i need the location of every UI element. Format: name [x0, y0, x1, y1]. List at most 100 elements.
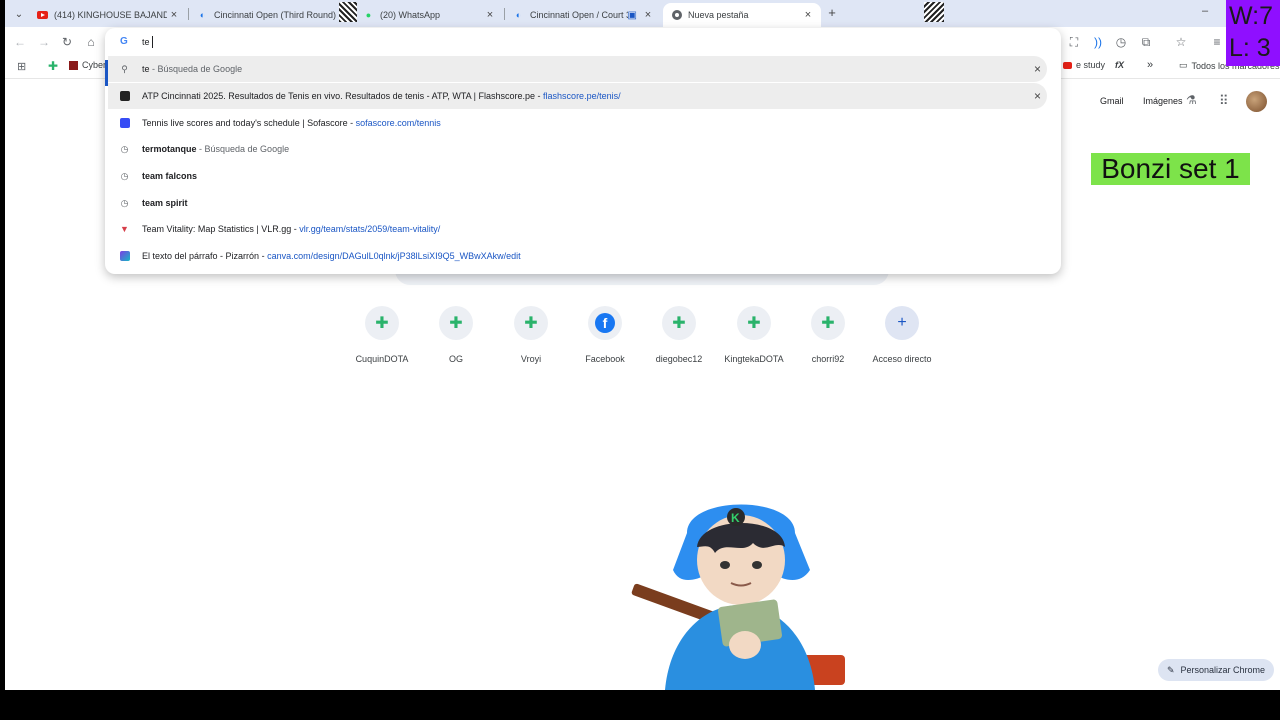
whatsapp-icon: ●: [365, 10, 372, 20]
tab-cincinnati-third-round[interactable]: ◐ Cincinnati Open (Third Round): [189, 3, 339, 27]
tab-whatsapp[interactable]: ● (20) WhatsApp ×: [355, 3, 503, 27]
shortcut-kingtekadota[interactable]: ✚ KingtekaDOTA: [719, 306, 789, 364]
back-button[interactable]: ←: [11, 33, 29, 51]
shortcut-label: Vroyi: [520, 354, 542, 364]
tennis-icon: ◐: [515, 10, 522, 20]
history-icon: ◷: [120, 197, 129, 208]
shortcut-facebook[interactable]: f Facebook: [570, 306, 640, 364]
tab-kinghouse[interactable]: (414) KINGHOUSE BAJANDO PI ×: [29, 3, 187, 27]
shortcut-label: CuquinDOTA: [355, 354, 409, 364]
forward-button[interactable]: →: [35, 33, 53, 51]
set-label-overlay: Bonzi set 1: [1091, 153, 1250, 185]
sound-icon[interactable]: )): [1089, 33, 1107, 51]
bookmark-fx[interactable]: fX: [1115, 60, 1124, 70]
shortcut-label: Facebook: [585, 354, 625, 364]
suggestion-item[interactable]: ⚲ te - Búsqueda de Google ×: [108, 56, 1047, 82]
apps-grid-icon[interactable]: ⊞: [17, 60, 26, 73]
qr-code-icon: [924, 2, 944, 22]
kick-icon: ✚: [737, 306, 771, 340]
tab-title: Cincinnati Open (Third Round): [214, 10, 337, 20]
sofascore-icon: [119, 118, 130, 129]
kick-icon: ✚: [439, 306, 473, 340]
shortcut-cuquindota[interactable]: ✚ CuquinDOTA: [347, 306, 417, 364]
omnibox-dropdown: G te ⚲ te - Búsqueda de Google × ATP Cin…: [105, 28, 1061, 274]
close-icon[interactable]: ×: [167, 9, 181, 21]
shortcut-add[interactable]: + Acceso directo: [867, 306, 937, 364]
gmail-link[interactable]: Gmail: [1100, 96, 1124, 106]
google-apps-icon[interactable]: ⠿: [1219, 93, 1229, 109]
youtube-icon: [37, 10, 48, 21]
more-bookmarks-icon[interactable]: »: [1147, 59, 1153, 71]
tab-nueva-pestana[interactable]: Nueva pestaña ×: [663, 3, 821, 27]
kick-icon: ✚: [365, 306, 399, 340]
shortcut-label: KingtekaDOTA: [724, 354, 784, 364]
remove-suggestion-icon[interactable]: ×: [1034, 89, 1041, 103]
close-icon[interactable]: ×: [641, 9, 655, 21]
customize-label: Personalizar Chrome: [1180, 665, 1266, 675]
kick-icon: ✚: [811, 306, 845, 340]
suggestion-item[interactable]: Tennis live scores and today's schedule …: [105, 110, 1061, 136]
google-g-icon: G: [120, 36, 128, 47]
tab-title: Nueva pestaña: [688, 10, 749, 20]
svg-text:K: K: [731, 511, 740, 525]
search-icon: ⚲: [121, 63, 128, 74]
screenshot-icon[interactable]: ⛶: [1065, 33, 1083, 51]
canva-icon: [119, 251, 130, 262]
tab-title: Cincinnati Open / Court 3 |: [530, 10, 628, 20]
history-icon[interactable]: ◷: [1112, 33, 1130, 51]
tennis-icon: ◐: [199, 10, 206, 20]
vlr-icon: ▼: [120, 224, 129, 234]
kick-icon: ✚: [514, 306, 548, 340]
folder-icon: ▭: [1179, 60, 1188, 70]
tab-search-button[interactable]: ⌄: [11, 6, 27, 22]
images-link[interactable]: Imágenes: [1143, 96, 1183, 106]
omnibox-input[interactable]: te: [142, 37, 150, 47]
customize-chrome-button[interactable]: ✎ Personalizar Chrome: [1158, 659, 1274, 681]
browser-window: ⌄ (414) KINGHOUSE BAJANDO PI × ◐ Cincinn…: [5, 0, 1280, 690]
character-illustration: K: [625, 485, 855, 690]
cyber-icon: [69, 60, 78, 70]
suggestion-item[interactable]: ◷ team falcons: [105, 163, 1061, 189]
shortcut-diegobec12[interactable]: ✚ diegobec12: [644, 306, 714, 364]
wins-counter: W:7: [1229, 2, 1273, 30]
shortcut-chorri92[interactable]: ✚ chorri92: [793, 306, 863, 364]
shortcut-label: chorri92: [811, 354, 845, 364]
bookmark-label: e study: [1076, 60, 1106, 70]
home-button[interactable]: ⌂: [82, 33, 100, 51]
history-icon: ◷: [120, 170, 129, 181]
shortcut-label: diegobec12: [655, 354, 703, 364]
tab-strip: ⌄ (414) KINGHOUSE BAJANDO PI × ◐ Cincinn…: [5, 0, 1280, 27]
remove-suggestion-icon[interactable]: ×: [1034, 62, 1041, 76]
losses-counter: L: 3: [1229, 34, 1271, 62]
bookmark-study[interactable]: e study: [1063, 60, 1105, 70]
suggestion-item[interactable]: El texto del párrafo - Pizarrón - canva.…: [105, 243, 1061, 269]
close-icon[interactable]: ×: [483, 9, 497, 21]
tab-title: (414) KINGHOUSE BAJANDO PI: [54, 10, 167, 20]
tab-cincinnati-court3[interactable]: ◐ Cincinnati Open / Court 3 | ▣ ×: [505, 3, 661, 27]
labs-icon[interactable]: ⚗: [1186, 93, 1197, 107]
close-icon[interactable]: ×: [801, 9, 815, 21]
omnibox-input-row[interactable]: G te: [105, 28, 1061, 56]
reload-button[interactable]: ↻: [58, 33, 76, 51]
bookmark-star-icon[interactable]: ☆: [1172, 33, 1190, 51]
suggestion-item[interactable]: ◷ team spirit: [105, 190, 1061, 216]
flashscore-icon: [119, 91, 130, 102]
reading-list-icon[interactable]: ≡: [1208, 33, 1226, 51]
suggestion-item[interactable]: ◷ termotanque - Búsqueda de Google: [105, 136, 1061, 162]
youtube-icon: [1063, 61, 1072, 69]
suggestion-item[interactable]: ATP Cincinnati 2025. Resultados de Tenis…: [108, 83, 1047, 109]
suggestion-item[interactable]: ▼ Team Vitality: Map Statistics | VLR.gg…: [105, 216, 1061, 242]
new-tab-button[interactable]: +: [825, 5, 839, 21]
shortcut-vroyi[interactable]: ✚ Vroyi: [496, 306, 566, 364]
shortcut-label: OG: [448, 354, 463, 364]
bookmark-label: Cyber: [82, 60, 107, 70]
bookmark-cyber[interactable]: Cyber: [69, 60, 106, 70]
facebook-icon: f: [588, 306, 622, 340]
plus-icon: +: [885, 306, 919, 340]
bookmark-kick-icon[interactable]: ✚: [48, 59, 58, 73]
avatar[interactable]: [1246, 91, 1267, 112]
minimize-button[interactable]: –: [1198, 5, 1212, 19]
kick-icon: ✚: [662, 306, 696, 340]
shortcut-og[interactable]: ✚ OG: [421, 306, 491, 364]
extensions-icon[interactable]: ⧉: [1137, 33, 1155, 51]
